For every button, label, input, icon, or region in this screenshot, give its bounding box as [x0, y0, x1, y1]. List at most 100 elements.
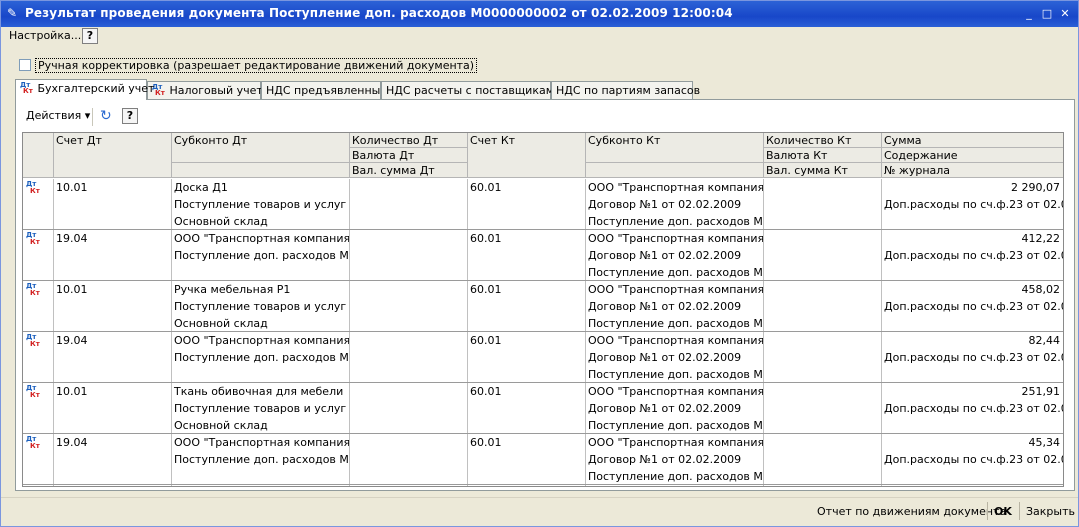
header-val-dt: Валюта Дт [350, 148, 468, 163]
cell-summa: 45,34 [1028, 436, 1061, 449]
cell-subkonto-kt: ООО "Транспортная компания" [588, 181, 764, 194]
column-divider [881, 434, 882, 485]
ok-button[interactable]: OK [994, 505, 1012, 518]
tab-accounting[interactable]: Дт Кт Бухгалтерский учет [15, 79, 154, 100]
table-row[interactable]: Дт Кт 19.04 ООО "Транспортная компания" ООО … [23, 434, 1063, 485]
column-divider [349, 179, 350, 230]
table-row[interactable]: Дт Кт 10.01 Ручка мебельная Р1 ООО "Транспор… [23, 281, 1063, 332]
column-divider [585, 281, 586, 332]
cell-schet-kt: 60.01 [470, 385, 502, 398]
cell-subkonto-dt: ООО "Транспортная компания" [174, 436, 350, 449]
table-row[interactable]: Дт Кт 10.01 Ткань обивочная для мебели ООО "… [23, 383, 1063, 434]
column-divider [349, 434, 350, 485]
column-divider [763, 230, 764, 281]
cell-summa: 412,22 [1021, 232, 1061, 245]
table-row[interactable]: Дт Кт 19.04 ООО "Транспортная компания" ООО … [23, 332, 1063, 383]
cell-subkonto-dt: ООО "Транспортная компания" [174, 232, 350, 245]
column-divider [53, 179, 54, 230]
cell-schet-dt: 10.01 [56, 283, 88, 296]
cell-subkonto-kt: Договор №1 от 02.02.2009 [588, 351, 742, 364]
dt-kt-icon: Дт Кт [26, 231, 40, 246]
column-divider [349, 383, 350, 434]
cell-subkonto-dt: Поступление доп. расходов М00... [174, 453, 350, 466]
column-divider [881, 179, 882, 230]
column-divider [349, 332, 350, 383]
status-bar: Отчет по движениям документа OK Закрыть [1, 497, 1078, 525]
column-divider [171, 281, 172, 332]
cell-schet-dt: 10.01 [56, 385, 88, 398]
column-divider [585, 230, 586, 281]
settings-menu[interactable]: Настройка... [9, 29, 81, 42]
dt-kt-icon: Дт Кт [20, 81, 33, 95]
column-divider [763, 434, 764, 485]
column-divider [467, 434, 468, 485]
column-divider [763, 179, 764, 230]
cell-subkonto-kt: ООО "Транспортная компания" [588, 385, 764, 398]
column-divider [881, 230, 882, 281]
menu-bar: Настройка... ? [1, 27, 1078, 47]
column-divider [53, 281, 54, 332]
close-button[interactable]: Закрыть [1026, 505, 1075, 518]
column-divider [171, 332, 172, 383]
column-divider [881, 281, 882, 332]
maximize-icon[interactable]: □ [1039, 6, 1055, 22]
column-divider [53, 434, 54, 485]
cell-subkonto-kt: Поступление доп. расходов М00... [588, 215, 764, 228]
document-icon: ✎ [7, 6, 18, 20]
cell-summa: 251,91 [1021, 385, 1061, 398]
column-divider [585, 485, 586, 486]
cell-schet-kt: 60.01 [470, 181, 502, 194]
header-blank-dt [172, 163, 350, 178]
column-divider [585, 383, 586, 434]
header-valsum-dt: Вал. сумма Дт [350, 163, 468, 178]
cell-subkonto-kt: Поступление доп. расходов М00... [588, 368, 764, 381]
header-subkonto-dt: Субконто Дт [172, 133, 350, 163]
column-divider [171, 383, 172, 434]
report-button[interactable]: Отчет по движениям документа [817, 505, 1006, 518]
table-row[interactable]: Дт Кт 10.01 Доска Д1 ООО "Транспортная компа… [23, 179, 1063, 230]
cell-schet-kt: 60.01 [470, 334, 502, 347]
tab-vat-presented[interactable]: НДС предъявленный [261, 81, 387, 99]
cell-subkonto-kt: ООО "Транспортная компания" [588, 283, 764, 296]
window-title: Результат проведения документа Поступлен… [25, 6, 733, 20]
dt-kt-icon: Дт Кт [26, 435, 40, 450]
manual-edit-label[interactable]: Ручная корректировка (разрешает редактир… [35, 58, 478, 73]
column-divider [763, 281, 764, 332]
cell-subkonto-dt: Поступление товаров и услуг М... [174, 300, 350, 313]
cell-subkonto-dt [172, 264, 350, 281]
column-divider [53, 383, 54, 434]
cell-subkonto-dt: ООО "Транспортная компания" [174, 334, 350, 347]
table-row[interactable]: Дт Кт 19.04 ООО "Транспортная компания" ООО … [23, 230, 1063, 281]
cell-subkonto-dt: Поступление товаров и услуг М... [174, 198, 350, 211]
actions-menu[interactable]: Действия ▾ [26, 109, 90, 122]
column-divider [53, 332, 54, 383]
title-bar[interactable]: ✎ Результат проведения документа Поступл… [1, 1, 1078, 27]
cell-subkonto-kt: ООО "Транспортная компания" [588, 232, 764, 245]
column-divider [53, 230, 54, 281]
header-summa: Сумма [882, 133, 1063, 148]
checkbox-box[interactable] [19, 59, 31, 71]
dt-kt-icon: Дт Кт [26, 282, 40, 297]
minimize-icon[interactable]: _ [1021, 6, 1037, 22]
header-nomer: № журнала [882, 163, 1063, 178]
close-icon[interactable]: ✕ [1057, 6, 1073, 22]
refresh-icon[interactable]: ↻ [100, 108, 112, 124]
cell-schet-dt: 19.04 [56, 436, 88, 449]
manual-edit-checkbox[interactable]: Ручная корректировка (разрешает редактир… [19, 57, 478, 73]
help-button[interactable]: ? [82, 28, 98, 44]
tab-tax[interactable]: Дт Кт Налоговый учет [147, 81, 263, 99]
cell-soderzhanie: Доп.расходы по сч.ф.23 от 02.02... [884, 249, 1063, 262]
tab-vat-suppliers[interactable]: НДС расчеты с поставщиками [381, 81, 561, 99]
cell-subkonto-kt: Поступление доп. расходов М00... [588, 419, 764, 432]
header-valsum-kt: Вал. сумма Кт [764, 163, 882, 178]
tab-vat-batches[interactable]: НДС по партиям запасов [551, 81, 700, 99]
cell-subkonto-kt: Договор №1 от 02.02.2009 [588, 453, 742, 466]
cell-soderzhanie: Доп.расходы по сч.ф.23 от 02.02... [884, 402, 1063, 415]
grid-help-button[interactable]: ? [122, 108, 138, 124]
cell-subkonto-kt: Договор №1 от 02.02.2009 [588, 198, 742, 211]
column-divider [349, 281, 350, 332]
status-separator [1019, 502, 1020, 520]
column-divider [881, 485, 882, 486]
cell-schet-kt: 60.01 [470, 232, 502, 245]
cell-soderzhanie: Доп.расходы по сч.ф.23 от 02.02... [884, 453, 1063, 466]
